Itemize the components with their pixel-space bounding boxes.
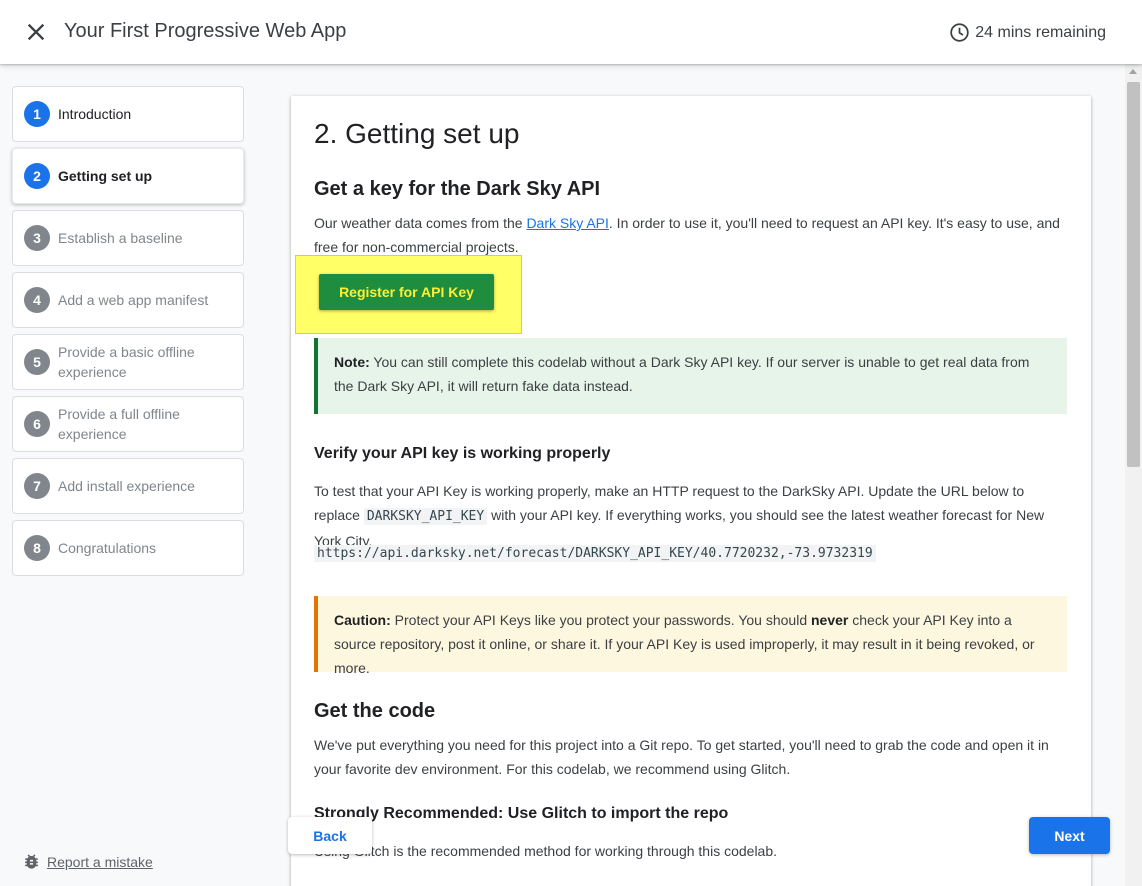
section-heading-verify: Verify your API key is working properly: [314, 445, 611, 462]
step-number: 5: [24, 349, 50, 375]
button-highlight: Register for API Key: [295, 255, 522, 334]
step-label: Introduction: [58, 106, 132, 122]
section-heading-get-code: Get the code: [314, 700, 436, 722]
step-congratulations[interactable]: 8 Congratulations: [12, 520, 244, 576]
step-install-experience[interactable]: 7 Add install experience: [12, 458, 244, 514]
step-number: 3: [24, 225, 50, 251]
time-remaining: 24 mins remaining: [949, 22, 1106, 43]
paragraph-text: Our weather data comes from the: [314, 215, 527, 231]
dark-sky-api-link[interactable]: Dark Sky API: [526, 215, 608, 231]
note-label: Note:: [334, 354, 370, 370]
step-label: Provide a full offline experience: [58, 406, 180, 442]
step-label: Congratulations: [58, 540, 157, 556]
clock-icon: [950, 23, 969, 42]
bug-icon: [25, 854, 38, 869]
report-mistake-link[interactable]: Report a mistake: [22, 852, 153, 871]
verify-paragraph: To test that your API Key is working pro…: [314, 479, 1067, 553]
step-getting-set-up[interactable]: 2 Getting set up: [12, 148, 244, 204]
step-establish-baseline[interactable]: 3 Establish a baseline: [12, 210, 244, 266]
caution-callout: Caution: Protect your API Keys like you …: [314, 596, 1067, 676]
steps-sidebar: 1 Introduction 2 Getting set up 3 Establ…: [0, 64, 256, 886]
caution-label: Caution:: [334, 612, 391, 628]
caution-emphasis: never: [811, 612, 849, 628]
url-code: https://api.darksky.net/forecast/DARKSKY…: [314, 545, 876, 562]
step-label: Establish a baseline: [58, 230, 183, 246]
glitch-paragraph: Using Glitch is the recommended method f…: [314, 843, 778, 859]
report-mistake-label: Report a mistake: [47, 853, 153, 870]
app-title: Your First Progressive Web App: [64, 20, 347, 42]
close-button[interactable]: [22, 18, 50, 46]
step-label: Add a web app manifest: [58, 292, 209, 308]
close-icon: [27, 23, 45, 41]
caution-text: Protect your API Keys like you protect y…: [390, 612, 811, 628]
next-button[interactable]: Next: [1029, 817, 1110, 854]
api-key-paragraph: Our weather data comes from the Dark Sky…: [314, 211, 1067, 259]
step-number: 2: [24, 163, 50, 189]
api-url-code: https://api.darksky.net/forecast/DARKSKY…: [314, 544, 876, 562]
scroll-up-arrow-icon[interactable]: [1129, 69, 1137, 74]
step-number: 7: [24, 473, 50, 499]
inline-code: DARKSKY_API_KEY: [363, 508, 488, 525]
page-title: 2. Getting set up: [314, 118, 520, 149]
section-heading-api-key: Get a key for the Dark Sky API: [314, 178, 601, 200]
step-label: Getting set up: [58, 168, 153, 184]
back-button[interactable]: Back: [288, 817, 372, 854]
scrollbar-thumb[interactable]: [1127, 82, 1140, 467]
step-basic-offline[interactable]: 5 Provide a basic offline experience: [12, 334, 244, 390]
page-scrollbar[interactable]: [1125, 64, 1142, 886]
section-heading-glitch: Strongly Recommended: Use Glitch to impo…: [314, 805, 729, 822]
time-remaining-label: 24 mins remaining: [975, 23, 1106, 41]
get-code-paragraph: We've put everything you need for this p…: [314, 737, 1049, 777]
step-number: 8: [24, 535, 50, 561]
note-text: You can still complete this codelab with…: [334, 354, 1030, 394]
step-introduction[interactable]: 1 Introduction: [12, 86, 244, 142]
register-api-key-button[interactable]: Register for API Key: [319, 274, 494, 310]
codelab-step-content: 2. Getting set up Get a key for the Dark…: [291, 96, 1091, 886]
step-full-offline[interactable]: 6 Provide a full offline experience: [12, 396, 244, 452]
step-add-manifest[interactable]: 4 Add a web app manifest: [12, 272, 244, 328]
step-number: 6: [24, 411, 50, 437]
step-label: Add install experience: [58, 478, 195, 494]
note-callout: Note: You can still complete this codela…: [314, 338, 1067, 414]
step-number: 1: [24, 101, 50, 127]
top-app-bar: Your First Progressive Web App 24 mins r…: [0, 0, 1142, 64]
step-number: 4: [24, 287, 50, 313]
step-label: Provide a basic offline experience: [58, 344, 195, 380]
